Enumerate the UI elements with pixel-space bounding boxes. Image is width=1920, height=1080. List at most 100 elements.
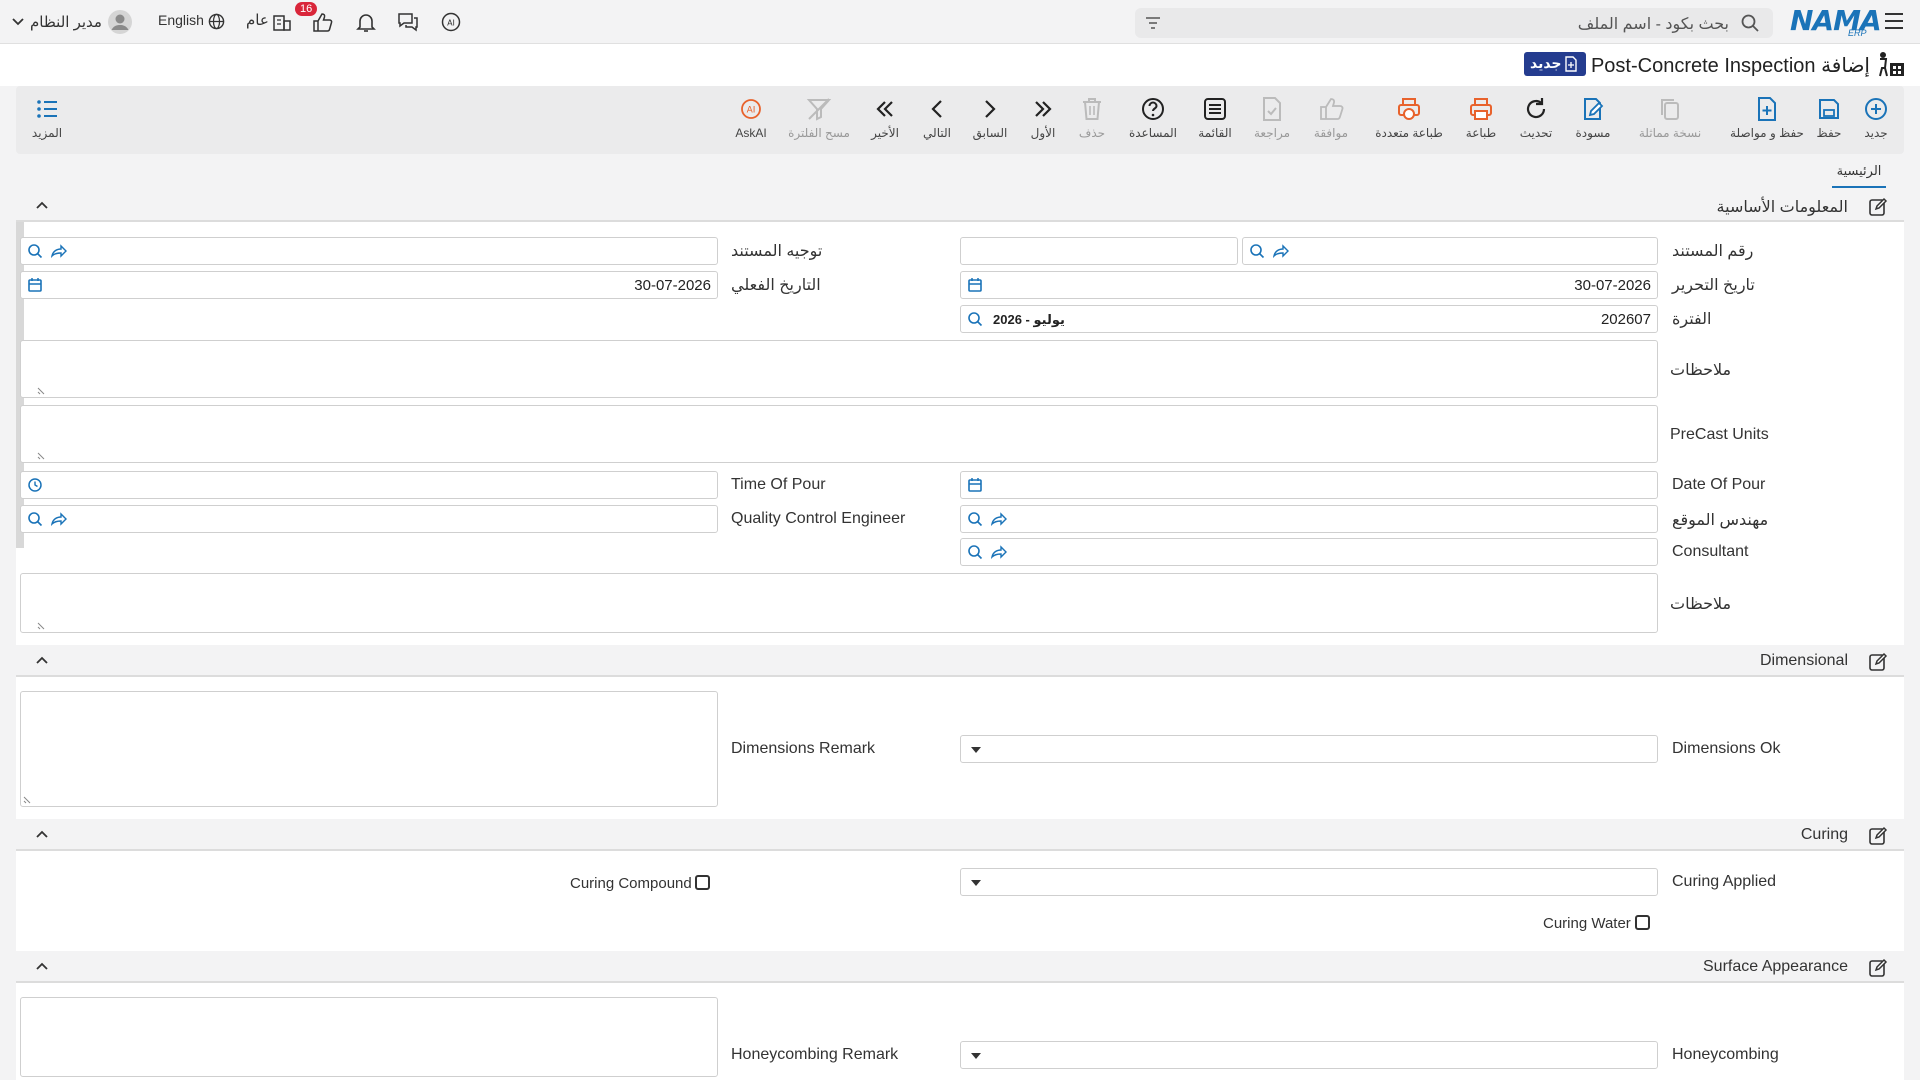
multi-printer-icon <box>1398 98 1420 120</box>
chevron-up-icon[interactable] <box>36 962 48 970</box>
section-curing-header[interactable]: Curing <box>16 819 1904 851</box>
share-arrow-icon[interactable] <box>51 244 67 258</box>
refresh-icon <box>1526 98 1546 119</box>
period-input[interactable]: 2026 - يوليو 202607 <box>960 305 1658 333</box>
toolbar-save-continue-button[interactable]: حفظ و مواصلة <box>1722 96 1812 140</box>
toolbar-clear-filter-button[interactable]: مسح الفلترة <box>778 96 860 140</box>
toolbar-multi-print-button[interactable]: طباعة متعددة <box>1366 96 1452 140</box>
qc-engineer-label: Quality Control Engineer <box>731 510 906 527</box>
share-arrow-icon[interactable] <box>991 545 1007 559</box>
precast-units-textarea[interactable] <box>20 405 1658 463</box>
doc-no-input[interactable] <box>1242 237 1658 265</box>
toolbar-askai-button[interactable]: AI AskAI <box>716 96 786 140</box>
calendar-icon[interactable] <box>27 277 43 293</box>
share-arrow-icon[interactable] <box>1273 244 1289 258</box>
ai-assistant-icon[interactable]: AI <box>440 11 462 33</box>
honeycombing-remark-textarea[interactable] <box>20 997 718 1077</box>
user-menu[interactable]: مدير النظام <box>12 10 134 36</box>
chevron-up-icon[interactable] <box>36 201 48 209</box>
save-icon <box>1819 99 1839 119</box>
actual-date-input[interactable]: 30-07-2026 <box>20 271 718 299</box>
more-list-icon <box>37 100 57 118</box>
chat-icon[interactable] <box>397 12 419 32</box>
dropdown-caret-icon <box>971 747 981 753</box>
tab-main[interactable]: الرئيسية <box>1832 162 1886 188</box>
chevron-up-icon[interactable] <box>36 656 48 664</box>
hamburger-menu-icon[interactable] <box>1884 12 1904 30</box>
section-surface-title: Surface Appearance <box>1703 958 1848 975</box>
help-circle-icon <box>1142 98 1164 120</box>
actual-date-label: التاريخ الفعلي <box>731 277 821 294</box>
page-title: إضافة Post-Concrete Inspection <box>1590 55 1870 77</box>
resize-handle-icon[interactable] <box>37 387 45 395</box>
section-basic-header[interactable]: المعلومات الأساسية <box>16 190 1904 222</box>
edit-icon <box>1869 652 1888 671</box>
copy-icon <box>1661 99 1679 120</box>
curing-water-checkbox[interactable] <box>1635 915 1650 930</box>
consultant-label: Consultant <box>1672 543 1749 560</box>
calendar-icon[interactable] <box>967 277 983 293</box>
edit-date-input[interactable]: 30-07-2026 <box>960 271 1658 299</box>
double-chevron-right-icon <box>1035 101 1052 117</box>
section-surface-header[interactable]: Surface Appearance <box>16 951 1904 983</box>
doc-direction-label: توجيه المستند <box>731 243 823 260</box>
doc-direction-input[interactable] <box>20 237 718 265</box>
time-of-pour-input[interactable] <box>20 471 718 499</box>
qc-engineer-input[interactable] <box>20 505 718 533</box>
resize-handle-icon[interactable] <box>23 796 31 804</box>
chevron-left-icon <box>931 100 942 118</box>
dimensions-ok-select[interactable] <box>960 735 1658 763</box>
nama-logo: NAMA ERP <box>1790 4 1882 38</box>
lookup-search-icon[interactable] <box>1249 243 1265 259</box>
share-arrow-icon[interactable] <box>51 512 67 526</box>
toolbar-copy-button[interactable]: نسخة مماثلة <box>1630 96 1710 140</box>
lookup-search-icon[interactable] <box>967 544 983 560</box>
clock-icon[interactable] <box>27 477 43 493</box>
toolbar-list-button[interactable]: القائمة <box>1180 96 1250 140</box>
curing-compound-checkbox[interactable] <box>695 875 710 890</box>
lookup-search-icon[interactable] <box>27 243 43 259</box>
draft-edit-icon <box>1584 98 1604 120</box>
curing-applied-select[interactable] <box>960 868 1658 896</box>
globe-icon <box>208 13 225 30</box>
notes1-label: ملاحظات <box>1670 362 1732 379</box>
dimensions-ok-label: Dimensions Ok <box>1672 740 1781 757</box>
bell-icon[interactable] <box>356 12 376 33</box>
consultant-input[interactable] <box>960 538 1658 566</box>
curing-compound-label: Curing Compound <box>570 875 692 892</box>
dimensions-remark-label: Dimensions Remark <box>731 740 876 757</box>
chevron-up-icon[interactable] <box>36 830 48 838</box>
date-of-pour-input[interactable] <box>960 471 1658 499</box>
filter-icon[interactable] <box>1145 16 1161 30</box>
toolbar-last-button[interactable]: الأخير <box>850 96 920 140</box>
section-dimensional-header[interactable]: Dimensional <box>16 645 1904 677</box>
site-engineer-input[interactable] <box>960 505 1658 533</box>
honeycombing-select[interactable] <box>960 1041 1658 1069</box>
lookup-search-icon[interactable] <box>27 511 43 527</box>
ai-brain-icon: AI <box>741 99 761 119</box>
search-input[interactable]: بحث بكود - اسم الملف <box>1578 14 1729 34</box>
branch-switch[interactable]: عام <box>246 11 294 33</box>
list-icon <box>1204 98 1226 120</box>
doc-no-secondary-input[interactable] <box>960 237 1238 265</box>
notes1-textarea[interactable] <box>20 340 1658 398</box>
edit-date-label: تاريخ التحرير <box>1672 277 1755 294</box>
lookup-search-icon[interactable] <box>967 311 983 327</box>
language-switch[interactable]: English <box>158 12 226 34</box>
toolbar-print-button[interactable]: طباعة <box>1446 96 1516 140</box>
lookup-search-icon[interactable] <box>967 511 983 527</box>
toolbar-help-button[interactable]: المساعدة <box>1117 96 1189 140</box>
search-bar[interactable]: بحث بكود - اسم الملف <box>1135 8 1773 38</box>
calendar-icon[interactable] <box>967 477 983 493</box>
share-arrow-icon[interactable] <box>991 512 1007 526</box>
toolbar-more-button[interactable]: المزيد <box>12 96 82 140</box>
time-of-pour-label: Time Of Pour <box>731 476 826 493</box>
curing-applied-label: Curing Applied <box>1672 873 1777 890</box>
notes2-textarea[interactable] <box>20 573 1658 633</box>
curing-water-label: Curing Water <box>1543 915 1631 932</box>
resize-handle-icon[interactable] <box>37 622 45 630</box>
approvals-button[interactable]: 16 <box>295 2 338 34</box>
resize-handle-icon[interactable] <box>37 452 45 460</box>
dimensions-remark-textarea[interactable] <box>20 691 718 807</box>
file-plus-icon <box>1758 97 1776 121</box>
